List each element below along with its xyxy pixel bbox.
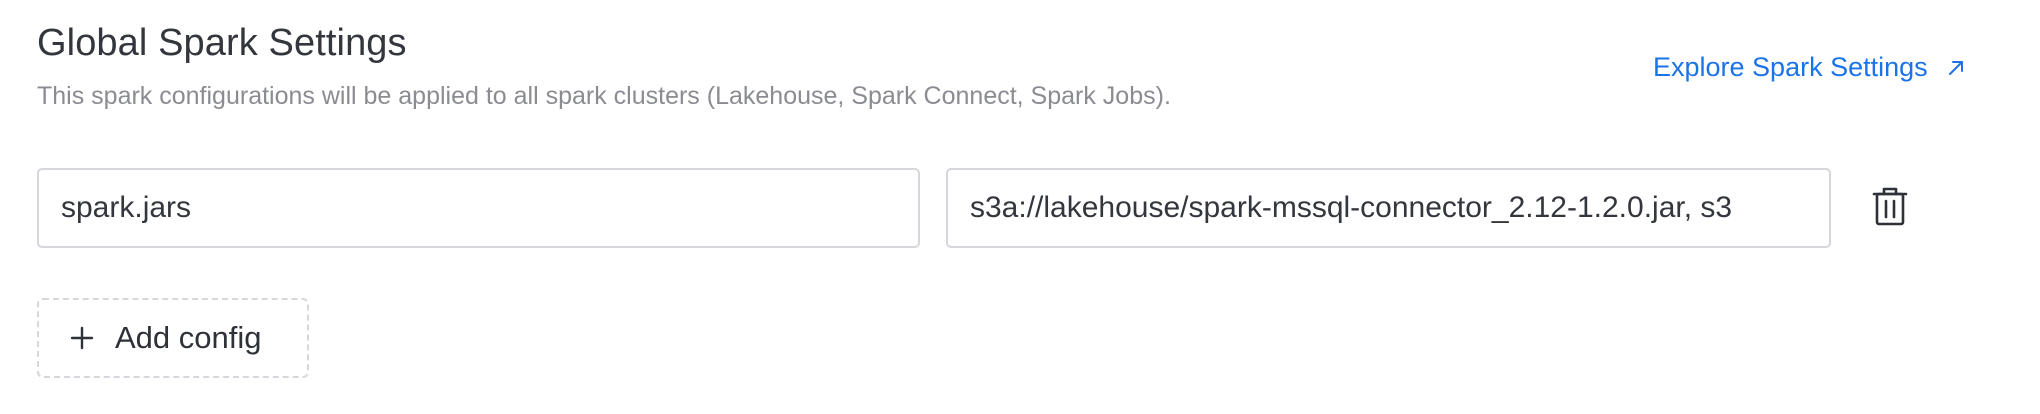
config-row [37, 168, 1937, 248]
arrow-up-right-icon [1946, 58, 1966, 78]
explore-spark-settings-link[interactable]: Explore Spark Settings [1653, 52, 1966, 83]
page-title: Global Spark Settings [37, 22, 407, 64]
add-config-label: Add config [115, 320, 262, 355]
plus-icon [69, 325, 95, 351]
config-value-input[interactable] [946, 168, 1831, 248]
config-key-input[interactable] [37, 168, 920, 248]
add-config-button[interactable]: Add config [37, 298, 309, 378]
global-spark-settings-panel: Global Spark Settings This spark configu… [0, 0, 2040, 414]
delete-config-button[interactable] [1866, 184, 1914, 232]
page-subtitle: This spark configurations will be applie… [37, 82, 1171, 110]
trash-icon [1872, 186, 1908, 231]
explore-link-label: Explore Spark Settings [1653, 52, 1928, 82]
